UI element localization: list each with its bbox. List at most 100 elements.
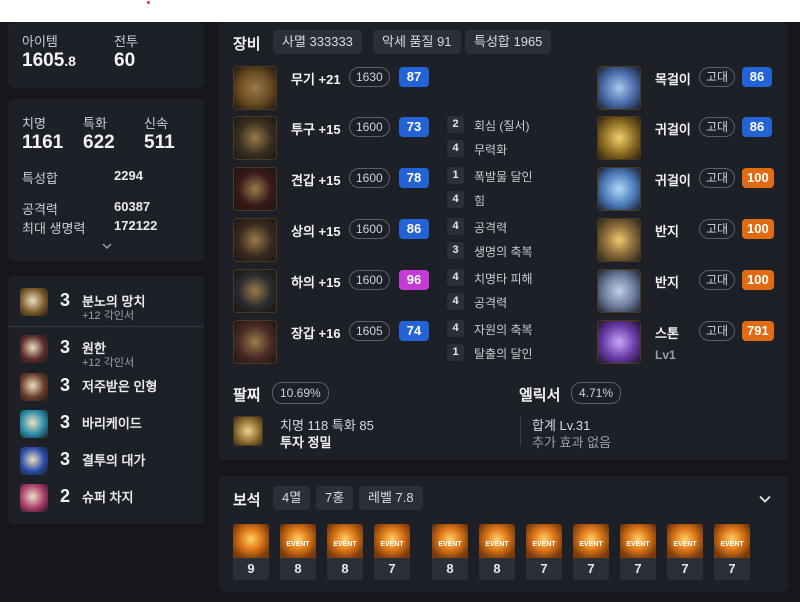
equipment-item-level: 1605 bbox=[349, 321, 390, 341]
equipment-item-level: 1630 bbox=[349, 67, 390, 87]
set-level: 4 bbox=[447, 140, 464, 157]
item-level-value: 1605.8 bbox=[22, 50, 76, 71]
gem-level: 7 bbox=[714, 558, 750, 580]
gem-level: 9 bbox=[233, 558, 269, 580]
accessory-name: 스톤 bbox=[655, 326, 679, 341]
accessory-icon[interactable] bbox=[597, 116, 641, 160]
accessory-name: 귀걸이 bbox=[655, 122, 691, 137]
equipment-icon[interactable] bbox=[233, 66, 277, 110]
accessory-grade: 고대 bbox=[699, 321, 736, 341]
gems-tag-cooldown: 7홍 bbox=[316, 486, 354, 510]
set-level: 4 bbox=[447, 191, 464, 208]
engraving-name: 바리케이드 bbox=[82, 416, 142, 431]
gem-item[interactable]: 7 bbox=[620, 524, 656, 580]
gem-icon bbox=[479, 524, 515, 558]
gem-icon bbox=[667, 524, 703, 558]
gem-item[interactable]: 8 bbox=[280, 524, 316, 580]
gem-item[interactable]: 7 bbox=[374, 524, 410, 580]
elixir-extra: 추가 효과 없음 bbox=[532, 435, 611, 450]
equipment-name: 투구 +15 bbox=[291, 122, 341, 137]
top-bar bbox=[0, 0, 800, 22]
accessory-quality: 100 bbox=[742, 219, 774, 239]
engraving-item[interactable]: 3 결투의 대가 bbox=[20, 444, 205, 478]
equipment-name: 장갑 +16 bbox=[291, 326, 341, 341]
gem-item[interactable]: 7 bbox=[667, 524, 703, 580]
set-name: 무력화 bbox=[474, 143, 508, 157]
swift-label: 신속 bbox=[144, 116, 168, 131]
gem-item[interactable]: 8 bbox=[327, 524, 363, 580]
equipment-icon[interactable] bbox=[233, 269, 277, 313]
gem-item[interactable]: 8 bbox=[432, 524, 468, 580]
equipment-name: 상의 +15 bbox=[291, 224, 341, 239]
equipment-icon[interactable] bbox=[233, 167, 277, 211]
gem-item[interactable]: 8 bbox=[479, 524, 515, 580]
engraving-item[interactable]: 3 분노의 망치 +12 각인서 bbox=[20, 285, 205, 322]
equipment-name: 견갑 +15 bbox=[291, 173, 341, 188]
accessory-name: 목걸이 bbox=[655, 72, 691, 87]
accessory-icon[interactable] bbox=[597, 167, 641, 211]
bracelet-effects: 투자 정밀 bbox=[280, 435, 332, 450]
spec-value: 622 bbox=[83, 132, 115, 153]
bracelet-icon[interactable] bbox=[233, 416, 263, 446]
gem-item[interactable]: 7 bbox=[526, 524, 562, 580]
engraving-level: 3 bbox=[60, 337, 71, 357]
equipment-tag-stat-sum: 특성합 1965 bbox=[465, 30, 552, 54]
set-name: 치명타 피해 bbox=[474, 272, 533, 286]
equipment-item-level: 1600 bbox=[349, 168, 390, 188]
set-level: 1 bbox=[447, 167, 464, 184]
engraving-name: 저주받은 인형 bbox=[82, 379, 158, 394]
equipment-icon[interactable] bbox=[233, 116, 277, 160]
combat-level-label: 전투 bbox=[114, 34, 138, 49]
accessory-icon[interactable] bbox=[597, 269, 641, 313]
gem-item[interactable]: 7 bbox=[573, 524, 609, 580]
equipment-icon[interactable] bbox=[233, 320, 277, 364]
equipment-tag-accessory-quality: 악세 품질 91 bbox=[373, 30, 461, 54]
equipment-quality: 96 bbox=[399, 270, 429, 290]
stats-panel: 치명 1161 특화 622 신속 511 특성합 2294 공격력 60387… bbox=[8, 99, 204, 261]
engraving-level: 3 bbox=[60, 449, 71, 469]
attack-value: 60387 bbox=[114, 199, 151, 214]
accessory-quality: 86 bbox=[742, 117, 772, 137]
accessory-grade: 고대 bbox=[699, 67, 736, 87]
accessory-icon[interactable] bbox=[597, 320, 641, 364]
gem-item[interactable]: 9 bbox=[233, 524, 269, 580]
gems-title: 보석 bbox=[233, 492, 261, 509]
engraving-icon bbox=[20, 484, 48, 512]
engraving-item[interactable]: 3 바리케이드 bbox=[20, 407, 205, 441]
gem-item[interactable]: 7 bbox=[714, 524, 750, 580]
chevron-down-icon[interactable] bbox=[759, 495, 771, 503]
engraving-item[interactable]: 2 슈퍼 차지 bbox=[20, 481, 205, 515]
chevron-down-icon[interactable] bbox=[102, 242, 112, 250]
set-name: 생명의 축복 bbox=[474, 245, 533, 259]
equipment-quality: 73 bbox=[399, 117, 429, 137]
accessory-quality: 100 bbox=[742, 168, 774, 188]
accessory-icon[interactable] bbox=[597, 218, 641, 262]
gem-level: 7 bbox=[573, 558, 609, 580]
gem-icon bbox=[374, 524, 410, 558]
bracelet-title: 팔찌 bbox=[233, 387, 261, 404]
engraving-icon bbox=[20, 335, 48, 363]
set-level: 3 bbox=[447, 242, 464, 259]
set-name: 폭발물 달인 bbox=[474, 170, 533, 184]
max-hp-label: 최대 생명력 bbox=[22, 221, 86, 236]
equipment-quality: 87 bbox=[399, 67, 429, 87]
engraving-icon bbox=[20, 373, 48, 401]
equipment-tag-set: 사멸 333333 bbox=[273, 30, 362, 54]
crit-label: 치명 bbox=[22, 116, 46, 131]
equipment-icon[interactable] bbox=[233, 218, 277, 262]
stat-sum-label: 특성합 bbox=[22, 171, 58, 186]
gem-level: 7 bbox=[667, 558, 703, 580]
accessory-icon[interactable] bbox=[597, 66, 641, 110]
engraving-item[interactable]: 3 원한 +12 각인서 bbox=[20, 332, 205, 369]
engraving-item[interactable]: 3 저주받은 인형 bbox=[20, 370, 205, 404]
engraving-book: +12 각인서 bbox=[82, 310, 135, 322]
accessory-grade: 고대 bbox=[699, 168, 736, 188]
accessory-quality: 100 bbox=[742, 270, 774, 290]
engraving-level: 3 bbox=[60, 412, 71, 432]
set-level: 4 bbox=[447, 218, 464, 235]
set-name: 공격력 bbox=[474, 221, 508, 235]
set-name: 공격력 bbox=[474, 296, 508, 310]
gem-level: 7 bbox=[620, 558, 656, 580]
engraving-name: 슈퍼 차지 bbox=[82, 490, 134, 505]
stone-level: Lv1 bbox=[655, 348, 676, 362]
